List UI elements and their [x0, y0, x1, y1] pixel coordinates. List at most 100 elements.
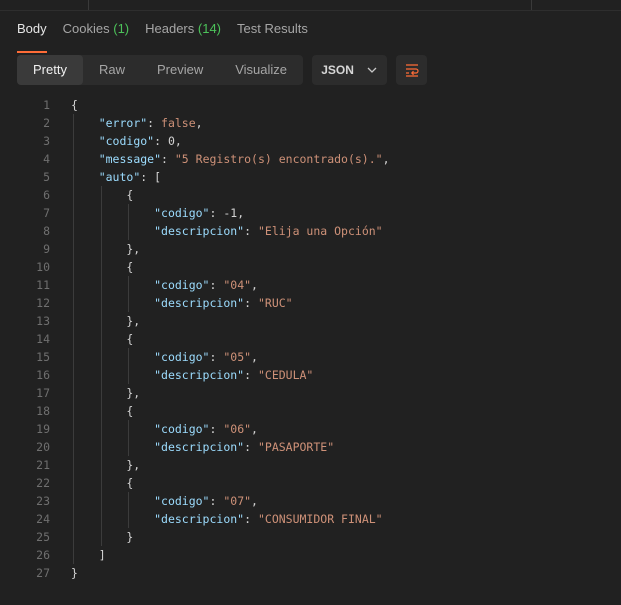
code-line: 19 "codigo": "06",	[0, 420, 621, 438]
indent-guide	[73, 114, 74, 564]
code-text: }	[71, 566, 78, 580]
code-text: "codigo": "07",	[154, 494, 258, 508]
indent-guide	[128, 420, 130, 456]
code-line: 3 "codigo": 0,	[0, 132, 621, 150]
view-raw-button[interactable]: Raw	[83, 55, 141, 85]
code-text: "codigo": "05",	[154, 350, 258, 364]
view-mode-selector: Pretty Raw Preview Visualize	[17, 55, 304, 85]
code-line: 9 },	[0, 240, 621, 258]
code-text: ]	[71, 548, 106, 562]
format-label: JSON	[321, 63, 354, 77]
code-text: {	[71, 404, 134, 418]
code-text: "descripcion": "Elija una Opción"	[154, 224, 383, 238]
code-text: {	[71, 260, 134, 274]
code-text: "descripcion": "CEDULA"	[154, 368, 314, 382]
indent-guide	[128, 492, 130, 528]
indent-guide	[128, 276, 130, 312]
line-number: 4	[43, 152, 50, 166]
line-number: 6	[43, 188, 50, 202]
line-number: 21	[36, 458, 50, 472]
line-number: 5	[43, 170, 50, 184]
code-text: }	[71, 530, 134, 544]
code-text: },	[71, 242, 141, 256]
cookies-count: (1)	[113, 21, 130, 36]
tab-headers[interactable]: Headers (14)	[145, 21, 221, 45]
line-number: 18	[36, 404, 50, 418]
view-pretty-button[interactable]: Pretty	[17, 55, 83, 85]
code-line: 1{	[0, 96, 621, 114]
code-line: 24 "descripcion": "CONSUMIDOR FINAL"	[0, 510, 621, 528]
line-number: 14	[36, 332, 50, 346]
code-line: 12 "descripcion": "RUC"	[0, 294, 621, 312]
chevron-down-icon	[367, 67, 377, 73]
line-number: 2	[43, 116, 50, 130]
response-tabs: Body Cookies (1) Headers (14) Test Resul…	[17, 21, 324, 53]
body-toolbar: Pretty Raw Preview Visualize JSON	[17, 54, 428, 86]
code-text: "error": false,	[98, 116, 203, 130]
line-number: 16	[36, 368, 50, 382]
code-text: "message": "5 Registro(s) encontrado(s).…	[98, 152, 390, 166]
tab-cookies[interactable]: Cookies (1)	[63, 21, 129, 45]
line-number: 13	[36, 314, 50, 328]
code-line: 17 },	[0, 384, 621, 402]
code-line: 4 "message": "5 Registro(s) encontrado(s…	[0, 150, 621, 168]
code-line: 10 {	[0, 258, 621, 276]
code-text: "codigo": -1,	[154, 206, 245, 220]
line-number: 25	[36, 530, 50, 544]
code-text: "descripcion": "PASAPORTE"	[154, 440, 335, 454]
headers-count: (14)	[197, 21, 222, 36]
code-line: 21 },	[0, 456, 621, 474]
line-number: 20	[36, 440, 50, 454]
code-line: 16 "descripcion": "CEDULA"	[0, 366, 621, 384]
code-text: },	[71, 386, 141, 400]
code-text: {	[71, 98, 78, 112]
code-text: "codigo": 0,	[98, 134, 182, 148]
line-number: 24	[36, 512, 50, 526]
line-number: 7	[43, 206, 50, 220]
tab-body[interactable]: Body	[17, 21, 47, 53]
code-line: 2 "error": false,	[0, 114, 621, 132]
tab-test-results[interactable]: Test Results	[237, 21, 308, 45]
response-body-editor[interactable]: 1{2 "error": false, 3 "codigo": 0, 4 "mess…	[0, 96, 621, 586]
code-line: 6 {	[0, 186, 621, 204]
line-number: 10	[36, 260, 50, 274]
code-line: 22 {	[0, 474, 621, 492]
line-number: 19	[36, 422, 50, 436]
line-number: 23	[36, 494, 50, 508]
line-number: 11	[36, 278, 50, 292]
line-number: 22	[36, 476, 50, 490]
indent-guide	[100, 186, 102, 546]
code-line: 23 "codigo": "07",	[0, 492, 621, 510]
wrap-lines-button[interactable]	[396, 55, 428, 85]
view-visualize-button[interactable]: Visualize	[219, 55, 303, 85]
code-line: 5 "auto": [	[0, 168, 621, 186]
line-number: 26	[36, 548, 50, 562]
code-text: "descripcion": "RUC"	[154, 296, 293, 310]
code-text: "codigo": "06",	[154, 422, 258, 436]
top-strip	[0, 0, 621, 11]
code-text: },	[71, 458, 141, 472]
line-number: 9	[43, 242, 50, 256]
code-line: 15 "codigo": "05",	[0, 348, 621, 366]
code-text: "auto": [	[98, 170, 162, 184]
line-number: 3	[43, 134, 50, 148]
view-preview-button[interactable]: Preview	[141, 55, 219, 85]
code-line: 26 ]	[0, 546, 621, 564]
code-line: 20 "descripcion": "PASAPORTE"	[0, 438, 621, 456]
line-number: 8	[43, 224, 50, 238]
code-line: 27}	[0, 564, 621, 582]
line-number: 1	[43, 98, 50, 112]
format-dropdown[interactable]: JSON	[312, 55, 388, 85]
code-text: {	[71, 332, 134, 346]
line-number: 15	[36, 350, 50, 364]
line-number: 12	[36, 296, 50, 310]
code-line: 8 "descripcion": "Elija una Opción"	[0, 222, 621, 240]
code-text: {	[71, 476, 134, 490]
code-line: 11 "codigo": "04",	[0, 276, 621, 294]
code-line: 7 "codigo": -1,	[0, 204, 621, 222]
code-line: 25 }	[0, 528, 621, 546]
line-number: 27	[36, 566, 50, 580]
wrap-lines-icon	[405, 64, 419, 77]
line-number: 17	[36, 386, 50, 400]
indent-guide	[128, 348, 130, 384]
